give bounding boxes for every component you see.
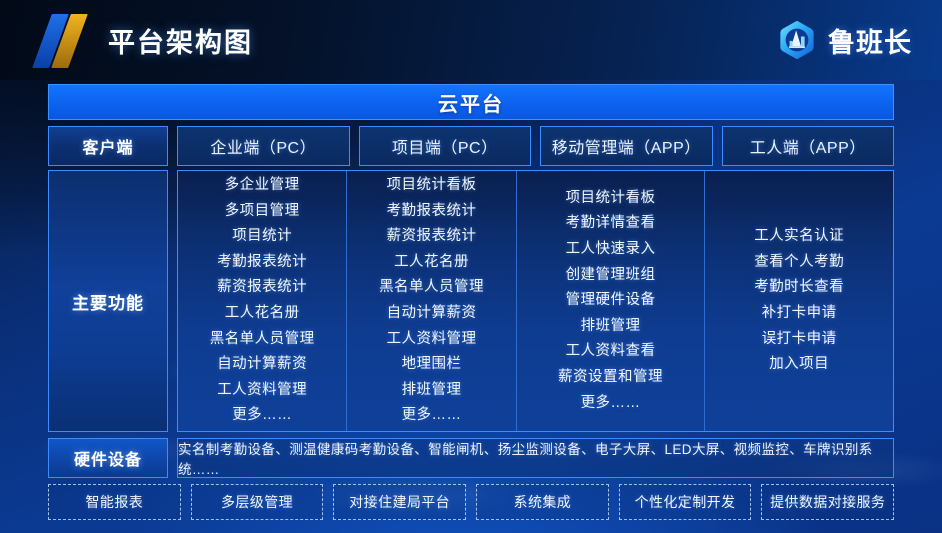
function-item: 项目统计看板 — [386, 177, 477, 194]
function-item: 工人花名册 — [394, 253, 470, 270]
client-box-label: 移动管理端（APP） — [551, 140, 701, 157]
function-item-more: 更多…… — [580, 394, 641, 411]
service-tag-label: 多层级管理 — [221, 494, 293, 510]
hardware-devices-label: 硬件设备 — [48, 438, 168, 478]
service-tag-custom-development[interactable]: 个性化定制开发 — [618, 484, 752, 520]
function-item: 查看个人考勤 — [754, 253, 845, 270]
client-row: 客户端 企业端（PC） 项目端（PC） 移动管理端（APP） 工人端（APP） — [48, 126, 894, 166]
function-item: 管理硬件设备 — [565, 292, 656, 309]
service-tag-label: 智能报表 — [85, 494, 144, 510]
function-column-enterprise-pc: 多企业管理 多项目管理 项目统计 考勤报表统计 薪资报表统计 工人花名册 黑名单… — [178, 171, 348, 431]
function-item: 考勤时长查看 — [754, 279, 845, 296]
function-item: 排班管理 — [580, 317, 641, 334]
function-column-worker-app: 工人实名认证 查看个人考勤 考勤时长查看 补打卡申请 误打卡申请 加入项目 — [705, 171, 893, 431]
hardware-devices-label-text: 硬件设备 — [73, 452, 142, 469]
brand-logo: 鲁班长 — [776, 19, 912, 61]
function-item: 工人实名认证 — [754, 228, 845, 245]
function-item: 误打卡申请 — [761, 330, 837, 347]
function-item: 自动计算薪资 — [386, 305, 477, 321]
function-item: 补打卡申请 — [761, 305, 837, 321]
main-functions-label: 主要功能 — [48, 170, 168, 432]
service-tag-smart-report[interactable]: 智能报表 — [48, 484, 181, 520]
function-item: 多企业管理 — [224, 177, 300, 194]
function-item: 工人资料管理 — [217, 381, 308, 398]
function-item: 工人资料查看 — [565, 343, 656, 360]
function-item: 薪资报表统计 — [217, 279, 308, 296]
service-tag-data-integration-service[interactable]: 提供数据对接服务 — [761, 484, 895, 520]
client-box-label: 项目端（PC） — [391, 140, 498, 157]
hardware-devices-row: 硬件设备 实名制考勤设备、测温健康码考勤设备、智能闸机、扬尘监测设备、电子大屏、… — [48, 438, 894, 478]
cloud-platform-banner: 云平台 — [48, 84, 894, 120]
client-box-enterprise-pc[interactable]: 企业端（PC） — [177, 126, 350, 166]
cloud-platform-label: 云平台 — [438, 93, 504, 116]
service-tag-label: 个性化定制开发 — [634, 494, 736, 510]
service-tags-row: 智能报表 多层级管理 对接住建局平台 系统集成 个性化定制开发 提供数据对接服务 — [48, 484, 895, 520]
function-item: 考勤报表统计 — [386, 202, 477, 219]
client-box-worker-app[interactable]: 工人端（APP） — [721, 126, 894, 166]
hexagon-building-logo-icon — [780, 20, 814, 60]
function-item: 自动计算薪资 — [217, 356, 308, 373]
client-box-label: 企业端（PC） — [210, 140, 317, 157]
hardware-devices-content: 实名制考勤设备、测温健康码考勤设备、智能闸机、扬尘监测设备、电子大屏、LED大屏… — [177, 438, 894, 478]
function-item: 考勤报表统计 — [217, 253, 308, 270]
function-item: 排班管理 — [401, 381, 462, 398]
client-box-label: 工人端（APP） — [749, 140, 866, 157]
function-item: 黑名单人员管理 — [209, 330, 315, 347]
function-item: 加入项目 — [769, 356, 830, 373]
function-item: 工人资料管理 — [386, 330, 477, 347]
function-item: 工人快速录入 — [565, 241, 656, 258]
client-row-label: 客户端 — [48, 126, 168, 166]
hardware-devices-list: 实名制考勤设备、测温健康码考勤设备、智能闸机、扬尘监测设备、电子大屏、LED大屏… — [178, 442, 873, 477]
service-tag-label: 提供数据对接服务 — [770, 494, 886, 510]
function-item: 薪资报表统计 — [386, 228, 477, 245]
client-row-label-text: 客户端 — [82, 140, 134, 157]
function-item: 多项目管理 — [224, 202, 300, 219]
main-functions-label-text: 主要功能 — [72, 293, 144, 313]
function-item-more: 更多…… — [401, 407, 462, 424]
function-item: 工人花名册 — [224, 305, 300, 321]
client-box-project-pc[interactable]: 项目端（PC） — [358, 126, 531, 166]
function-item: 地理围栏 — [401, 356, 462, 373]
function-column-mobile-admin-app: 项目统计看板 考勤详情查看 工人快速录入 创建管理班组 管理硬件设备 排班管理 … — [517, 171, 706, 431]
main-functions-row: 主要功能 多企业管理 多项目管理 项目统计 考勤报表统计 薪资报表统计 工人花名… — [48, 170, 894, 432]
function-item: 项目统计看板 — [565, 189, 656, 206]
page-title: 平台架构图 — [108, 27, 253, 58]
brand-name: 鲁班长 — [828, 27, 912, 58]
function-item-more: 更多…… — [232, 407, 293, 424]
function-item: 创建管理班组 — [565, 266, 656, 283]
function-item: 项目统计 — [232, 228, 293, 245]
page-header: 平台架构图 鲁班长 — [0, 0, 942, 80]
double-slash-logo-icon — [28, 10, 96, 70]
function-item: 黑名单人员管理 — [379, 279, 485, 296]
function-item: 考勤详情查看 — [565, 215, 656, 232]
service-tag-system-integration[interactable]: 系统集成 — [476, 484, 609, 520]
main-functions-panel: 多企业管理 多项目管理 项目统计 考勤报表统计 薪资报表统计 工人花名册 黑名单… — [177, 170, 894, 432]
client-box-mobile-admin-app[interactable]: 移动管理端（APP） — [540, 126, 713, 166]
service-tag-multi-level-management[interactable]: 多层级管理 — [190, 484, 324, 520]
service-tag-government-platform-integration[interactable]: 对接住建局平台 — [333, 484, 467, 520]
service-tag-label: 系统集成 — [513, 494, 572, 510]
function-column-project-pc: 项目统计看板 考勤报表统计 薪资报表统计 工人花名册 黑名单人员管理 自动计算薪… — [347, 171, 517, 431]
function-item: 薪资设置和管理 — [558, 368, 664, 385]
service-tag-label: 对接住建局平台 — [349, 494, 451, 510]
